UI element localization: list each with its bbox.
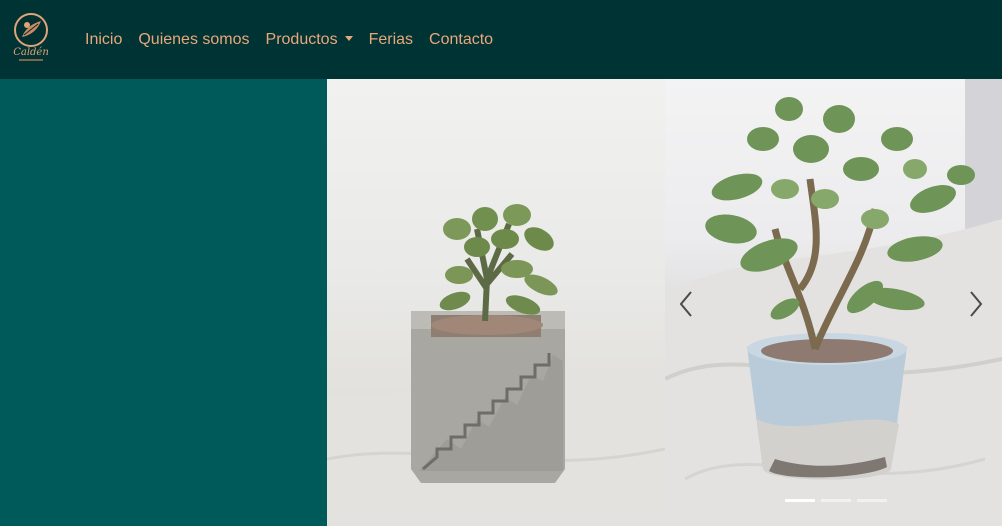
brand-underline — [19, 59, 43, 61]
chevron-right-icon — [970, 291, 983, 317]
succulent-square-pot-image — [327, 204, 665, 526]
carousel-slide-concrete-pot — [327, 79, 665, 526]
carousel-indicator-1[interactable] — [785, 499, 815, 502]
carousel-slide-jade-plant — [665, 79, 1002, 526]
carousel-prev-button[interactable] — [666, 279, 706, 329]
nav-link-productos-label: Productos — [265, 30, 338, 48]
left-panel — [0, 79, 327, 526]
nav-link-productos[interactable]: Productos — [258, 28, 361, 52]
carousel-indicator-2[interactable] — [821, 499, 851, 502]
carousel-next-button[interactable] — [956, 279, 996, 329]
nav-link-contacto[interactable]: Contacto — [421, 28, 501, 52]
carousel-indicators — [782, 499, 890, 502]
nav-link-quienes-somos[interactable]: Quienes somos — [130, 28, 257, 52]
chevron-left-icon — [679, 291, 692, 317]
nav-link-inicio[interactable]: Inicio — [77, 28, 130, 52]
jade-plant-round-pot-image — [665, 79, 1002, 526]
top-navbar: Caldén Inicio Quienes somos Productos Fe… — [0, 0, 1002, 79]
caret-down-icon — [344, 35, 353, 41]
nav-link-ferias[interactable]: Ferias — [361, 28, 421, 52]
leaf-logo-icon — [14, 13, 48, 47]
brand-logo[interactable]: Caldén — [13, 13, 49, 63]
carousel-indicator-3[interactable] — [857, 499, 887, 502]
product-carousel — [327, 79, 1002, 526]
brand-name: Caldén — [13, 47, 49, 58]
main-nav: Inicio Quienes somos Productos Ferias Co… — [77, 0, 501, 79]
